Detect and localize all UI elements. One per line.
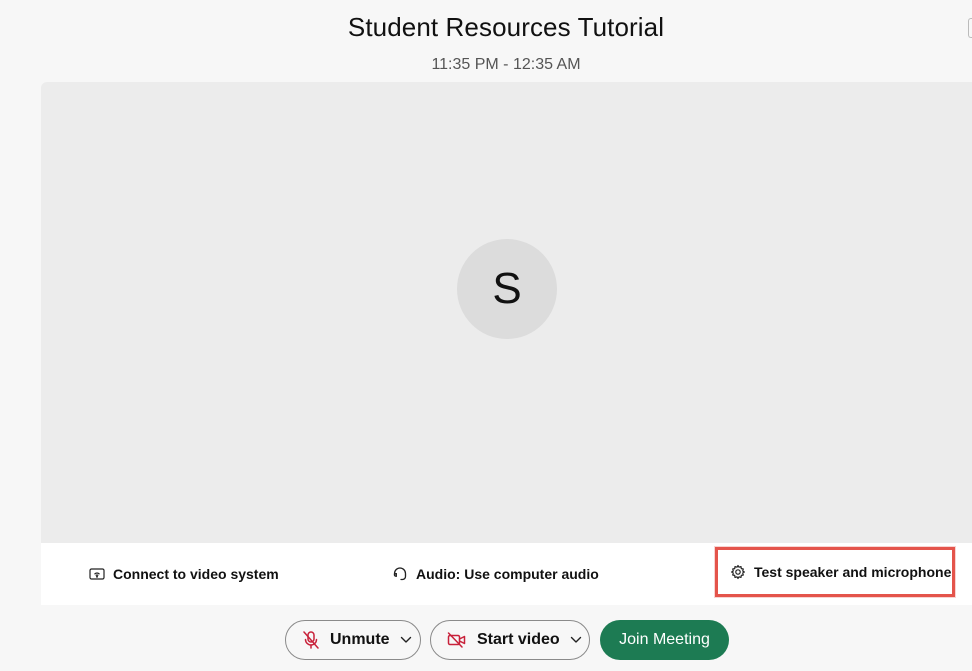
camera-off-icon <box>447 632 467 648</box>
unmute-label: Unmute <box>330 631 390 648</box>
join-meeting-button[interactable]: Join Meeting <box>600 620 729 660</box>
chevron-down-icon[interactable] <box>570 636 582 644</box>
audio-option-label: Audio: Use computer audio <box>416 566 599 582</box>
connect-video-system-label: Connect to video system <box>113 566 279 582</box>
audio-option-button[interactable]: Audio: Use computer audio <box>392 543 599 605</box>
unmute-button[interactable]: Unmute <box>285 620 421 660</box>
gear-icon <box>730 564 746 580</box>
headset-icon <box>392 566 408 582</box>
screen-cast-icon <box>89 567 105 581</box>
avatar: S <box>457 239 557 339</box>
test-speaker-microphone-label: Test speaker and microphone <box>754 564 952 580</box>
connect-video-system-button[interactable]: Connect to video system <box>89 543 279 605</box>
panel-edge-handle <box>968 18 972 38</box>
test-speaker-microphone-button[interactable]: Test speaker and microphone <box>715 547 955 597</box>
meeting-preview-page: Student Resources Tutorial 11:35 PM - 12… <box>0 0 972 671</box>
chevron-down-icon[interactable] <box>400 636 412 644</box>
start-video-button[interactable]: Start video <box>430 620 590 660</box>
meeting-title: Student Resources Tutorial <box>347 12 665 42</box>
join-options-bar: Connect to video system Audio: Use compu… <box>41 543 972 605</box>
microphone-muted-icon <box>302 630 320 650</box>
meeting-controls: Unmute Start video Join Meeting <box>0 620 972 662</box>
meeting-time: 11:35 PM - 12:35 AM <box>431 56 581 73</box>
start-video-label: Start video <box>477 631 560 648</box>
video-preview: S <box>41 82 972 543</box>
